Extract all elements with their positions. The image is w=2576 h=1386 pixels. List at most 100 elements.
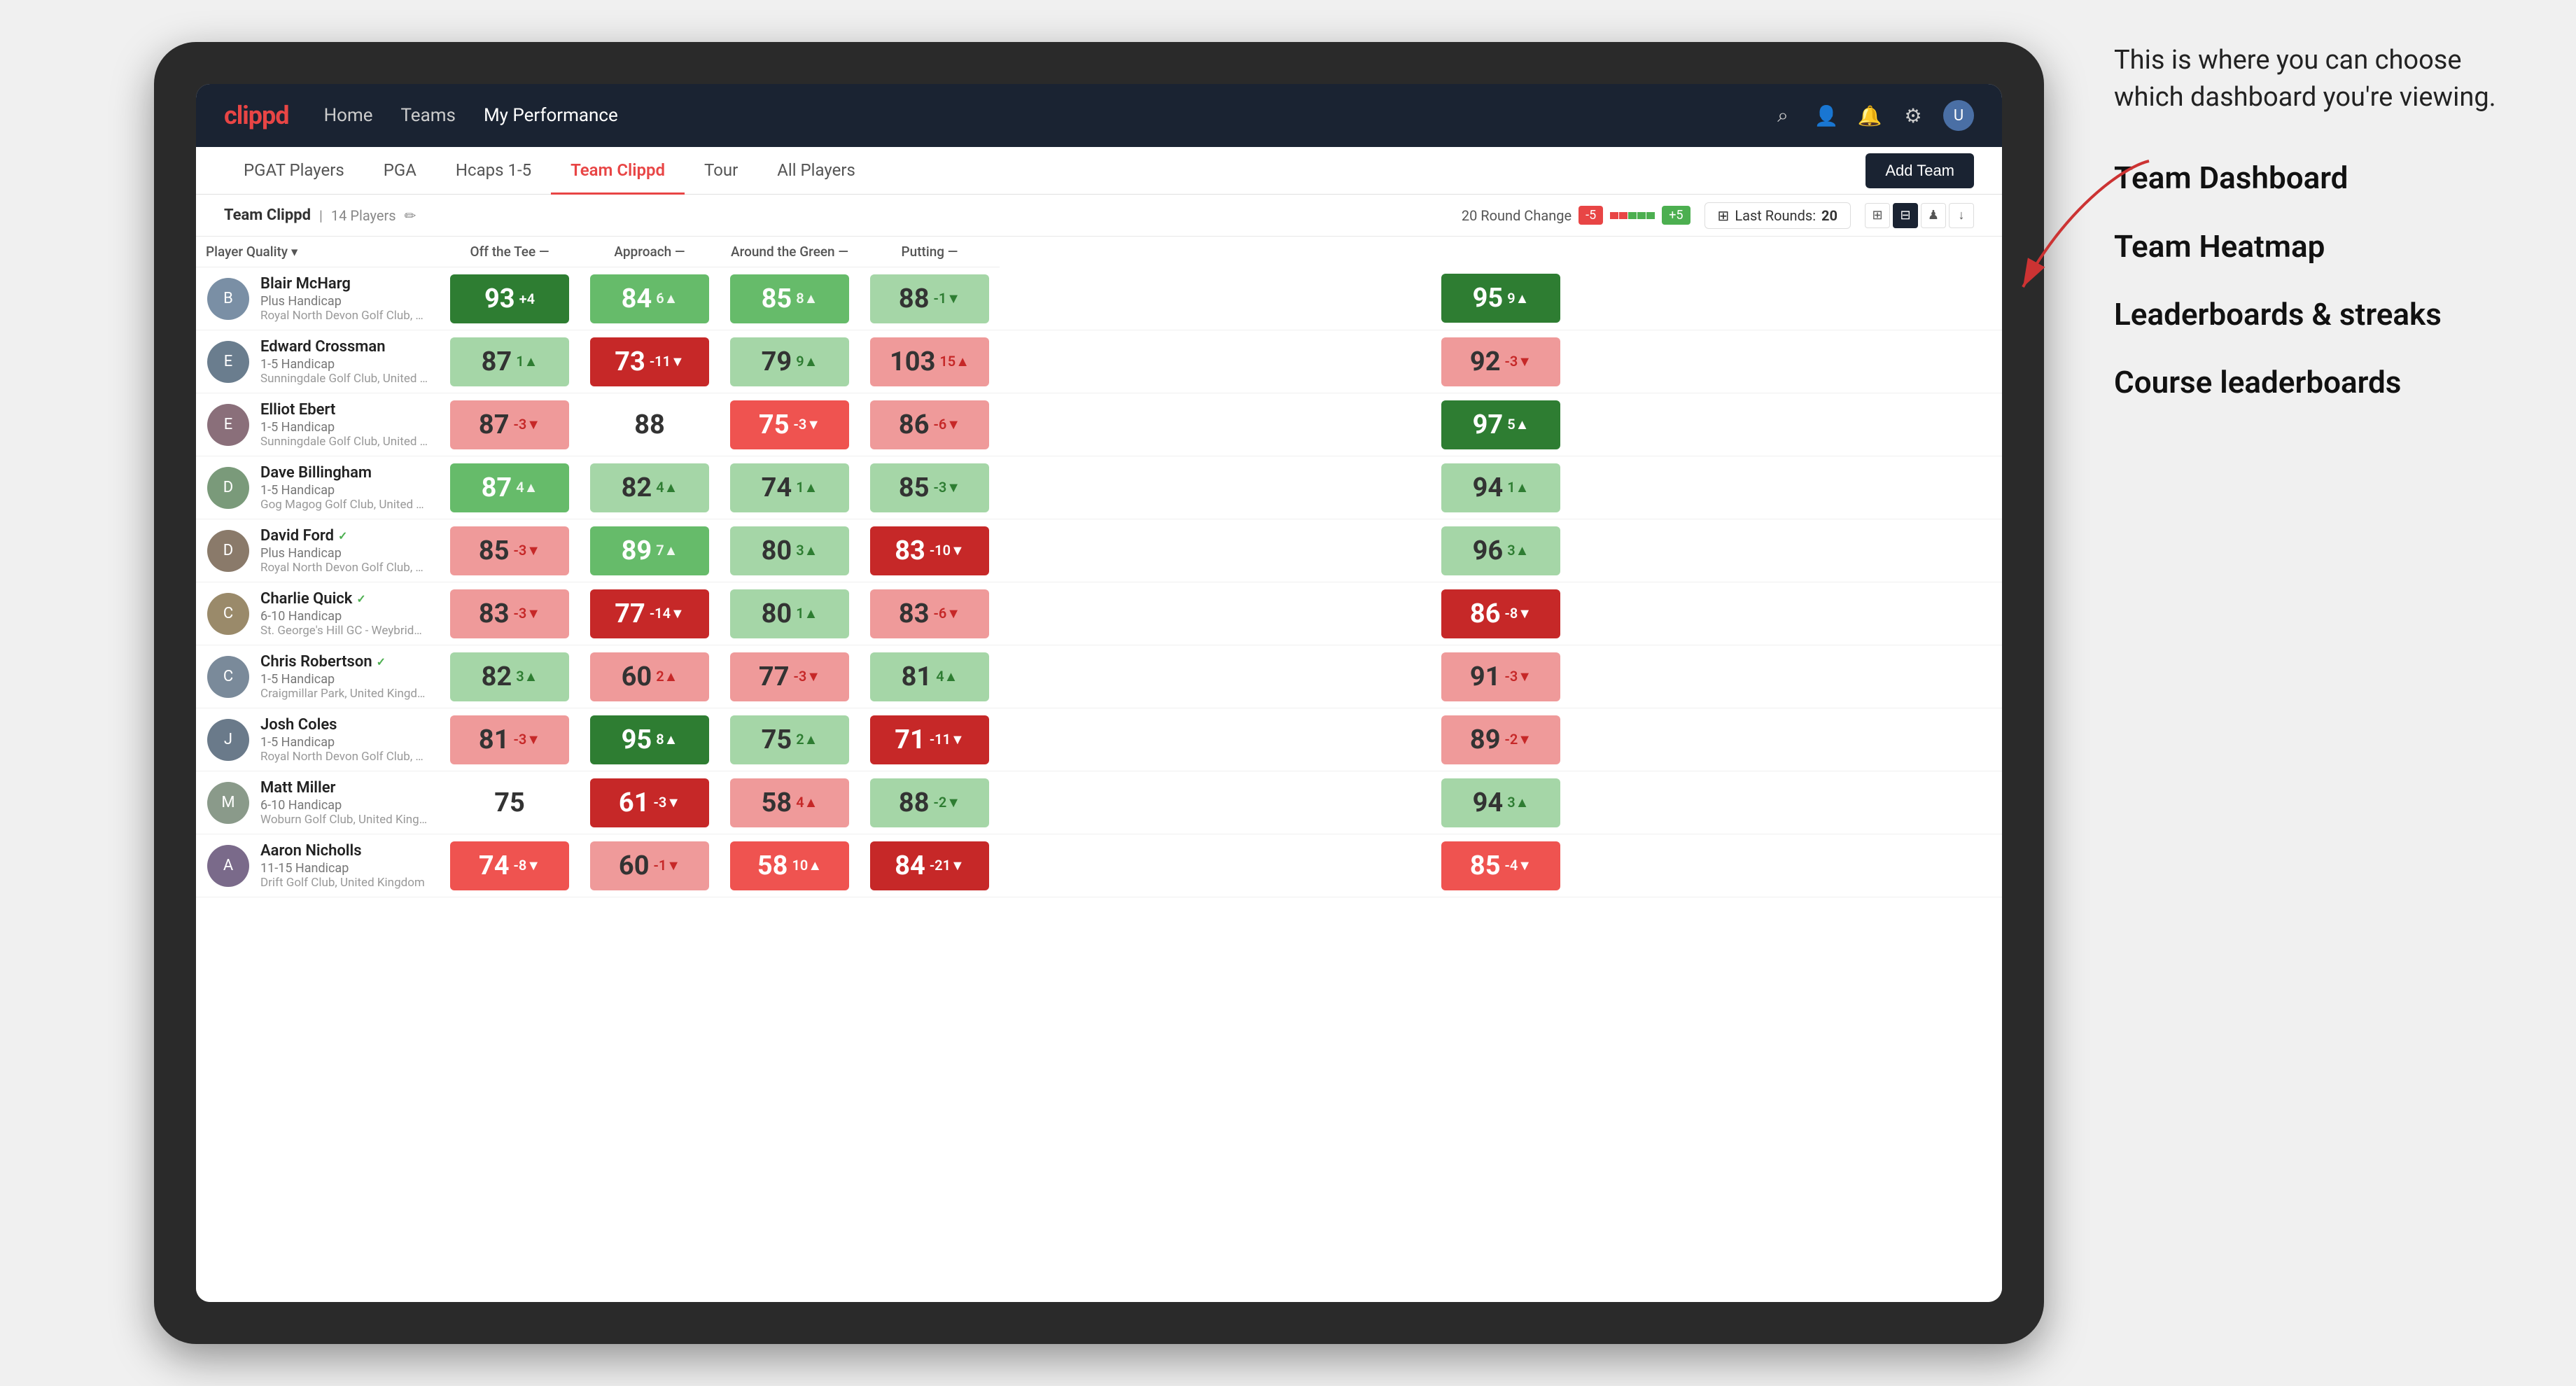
- search-icon[interactable]: ⌕: [1770, 102, 1796, 129]
- score-box: 87 -3▼: [450, 400, 569, 449]
- score-delta: 5▲: [1507, 416, 1529, 433]
- score-delta: 1▲: [1507, 479, 1529, 496]
- player-club: Royal North Devon Golf Club, United King…: [260, 750, 428, 764]
- nav-home[interactable]: Home: [324, 105, 373, 126]
- score-box: 86 -8▼: [1441, 589, 1560, 638]
- score-cell-quality: 87 -3▼: [440, 393, 580, 456]
- player-info: Matt Miller 6-10 Handicap Woburn Golf Cl…: [260, 779, 428, 827]
- score-delta: 4▲: [936, 668, 958, 685]
- subnav-tabs: PGAT Players PGA Hcaps 1-5 Team Clippd T…: [224, 147, 875, 194]
- score-box: 97 5▲: [1441, 400, 1560, 449]
- settings-icon[interactable]: ⚙: [1900, 102, 1926, 129]
- score-delta: -3▼: [934, 479, 961, 496]
- score-box: 85 -3▼: [870, 463, 989, 512]
- score-cell-around_green: 103 15▲: [860, 330, 1000, 393]
- verified-icon: ✓: [338, 529, 347, 542]
- score-box: 77 -3▼: [730, 652, 849, 701]
- tab-pgat-players[interactable]: PGAT Players: [224, 148, 364, 195]
- score-box: 85 8▲: [730, 274, 849, 323]
- score-box: 81 4▲: [870, 652, 989, 701]
- player-cell-2: E Elliot Ebert 1-5 Handicap Sunningdale …: [196, 393, 440, 456]
- view-download-button[interactable]: ↓: [1949, 203, 1974, 228]
- score-cell-approach: 75 -3▼: [720, 393, 860, 456]
- table-row[interactable]: C Charlie Quick ✓ 6-10 Handicap St. Geor…: [196, 582, 2002, 645]
- score-box: 82 4▲: [590, 463, 709, 512]
- score-box: 81 -3▼: [450, 715, 569, 764]
- score-cell-off_tee: 95 8▲: [580, 708, 720, 771]
- nav-teams[interactable]: Teams: [401, 105, 456, 126]
- tab-tour[interactable]: Tour: [685, 148, 757, 195]
- player-name: David Ford ✓: [260, 527, 428, 545]
- edit-icon[interactable]: ✏: [405, 207, 416, 224]
- table-row[interactable]: D Dave Billingham 1-5 Handicap Gog Magog…: [196, 456, 2002, 519]
- score-cell-putting: 97 5▲: [1000, 393, 2002, 456]
- score-value: 89: [622, 536, 652, 566]
- user-icon[interactable]: 👤: [1813, 102, 1840, 129]
- annotation-arrow: [1981, 154, 2163, 308]
- score-box: 88 -2▼: [870, 778, 989, 827]
- table-row[interactable]: B Blair McHarg Plus Handicap Royal North…: [196, 267, 2002, 330]
- score-delta: 2▲: [796, 731, 818, 748]
- score-value: 82: [622, 472, 652, 503]
- score-box: 71 -11▼: [870, 715, 989, 764]
- team-header: Team Clippd | 14 Players ✏ 20 Round Chan…: [196, 195, 2002, 237]
- table-row[interactable]: C Chris Robertson ✓ 1-5 Handicap Craigmi…: [196, 645, 2002, 708]
- tab-all-players[interactable]: All Players: [757, 148, 875, 195]
- player-avatar: A: [207, 845, 249, 887]
- score-value: 85: [1470, 850, 1501, 881]
- score-value: 87: [479, 410, 510, 440]
- score-delta: 6▲: [656, 290, 678, 307]
- score-cell-off_tee: 61 -3▼: [580, 771, 720, 834]
- score-box: 75 -3▼: [730, 400, 849, 449]
- table-row[interactable]: J Josh Coles 1-5 Handicap Royal North De…: [196, 708, 2002, 771]
- player-cell-7: J Josh Coles 1-5 Handicap Royal North De…: [196, 708, 440, 771]
- score-value: 61: [619, 788, 650, 818]
- score-cell-around_green: 86 -6▼: [860, 393, 1000, 456]
- player-info: Chris Robertson ✓ 1-5 Handicap Craigmill…: [260, 653, 428, 701]
- score-box: 103 15▲: [870, 337, 989, 386]
- verified-icon: ✓: [377, 655, 386, 668]
- tab-team-clippd[interactable]: Team Clippd: [551, 148, 685, 195]
- player-handicap: 1-5 Handicap: [260, 357, 428, 372]
- player-info: Aaron Nicholls 11-15 Handicap Drift Golf…: [260, 842, 428, 890]
- table-row[interactable]: M Matt Miller 6-10 Handicap Woburn Golf …: [196, 771, 2002, 834]
- player-club: Royal North Devon Golf Club, United King…: [260, 561, 428, 575]
- table-row[interactable]: A Aaron Nicholls 11-15 Handicap Drift Go…: [196, 834, 2002, 897]
- score-delta: -2▼: [934, 794, 961, 811]
- player-avatar: C: [207, 656, 249, 698]
- view-chart-button[interactable]: ♟: [1921, 203, 1946, 228]
- nav-my-performance[interactable]: My Performance: [484, 105, 618, 126]
- heatmap-table: Player Quality ▾ Off the Tee — Approach …: [196, 237, 2002, 897]
- view-grid-button[interactable]: ⊞: [1865, 203, 1890, 228]
- player-name: Josh Coles: [260, 716, 428, 734]
- score-box: 75: [450, 778, 569, 827]
- score-cell-off_tee: 77 -14▼: [580, 582, 720, 645]
- player-cell-8: M Matt Miller 6-10 Handicap Woburn Golf …: [196, 771, 440, 834]
- view-heatmap-button[interactable]: ⊟: [1893, 203, 1918, 228]
- player-club: Sunningdale Golf Club, United Kingdom: [260, 372, 428, 386]
- user-avatar[interactable]: U: [1943, 100, 1974, 131]
- last-rounds-button[interactable]: ⊞ Last Rounds: 20: [1704, 202, 1851, 229]
- score-cell-quality: 87 4▲: [440, 456, 580, 519]
- score-value: 88: [634, 410, 665, 440]
- score-cell-putting: 91 -3▼: [1000, 645, 2002, 708]
- score-delta: -3▼: [794, 416, 821, 433]
- table-row[interactable]: D David Ford ✓ Plus Handicap Royal North…: [196, 519, 2002, 582]
- score-box: 73 -11▼: [590, 337, 709, 386]
- player-club: Gog Magog Golf Club, United Kingdom: [260, 498, 428, 512]
- score-value: 75: [759, 410, 790, 440]
- score-value: 87: [482, 472, 512, 503]
- table-row[interactable]: E Edward Crossman 1-5 Handicap Sunningda…: [196, 330, 2002, 393]
- bell-icon[interactable]: 🔔: [1856, 102, 1883, 129]
- score-box: 77 -14▼: [590, 589, 709, 638]
- score-delta: -14▼: [650, 605, 685, 622]
- score-value: 94: [1473, 472, 1504, 503]
- add-team-button[interactable]: Add Team: [1865, 153, 1974, 188]
- score-box: 85 -3▼: [450, 526, 569, 575]
- score-cell-approach: 80 1▲: [720, 582, 860, 645]
- table-row[interactable]: E Elliot Ebert 1-5 Handicap Sunningdale …: [196, 393, 2002, 456]
- score-cell-around_green: 83 -6▼: [860, 582, 1000, 645]
- tab-hcaps[interactable]: Hcaps 1-5: [436, 148, 551, 195]
- tab-pga[interactable]: PGA: [364, 148, 436, 195]
- score-delta: -8▼: [514, 857, 541, 874]
